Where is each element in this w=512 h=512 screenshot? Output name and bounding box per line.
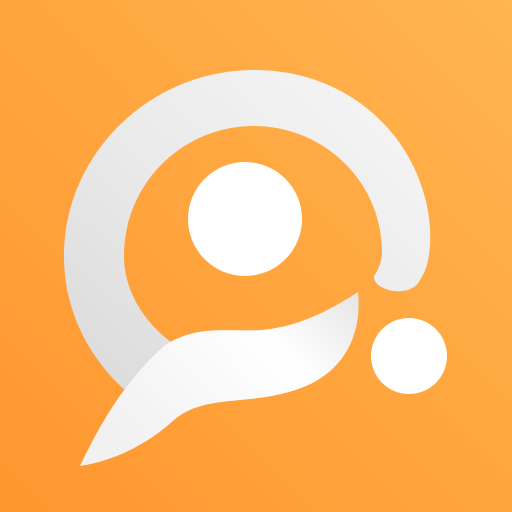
app-icon	[0, 0, 512, 512]
chat-bubble-logo-icon	[0, 0, 512, 512]
center-dot	[188, 162, 302, 276]
accent-dot	[371, 318, 447, 394]
